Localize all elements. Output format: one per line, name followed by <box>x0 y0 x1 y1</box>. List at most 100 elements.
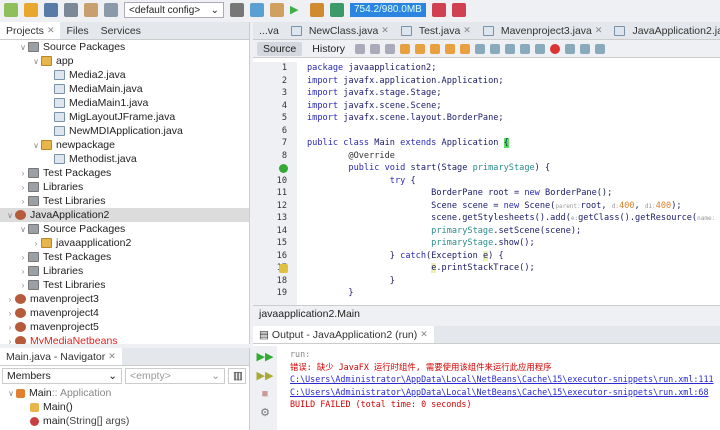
tree-item[interactable]: ›Libraries <box>0 180 249 194</box>
source-button[interactable]: Source <box>257 42 302 56</box>
tree-item[interactable]: Media2.java <box>0 68 249 82</box>
breadcrumb-item[interactable]: javaapplication2.Main <box>259 308 360 320</box>
override-marker-icon[interactable] <box>279 164 288 173</box>
config-select[interactable]: <default config>⌄ <box>124 2 224 18</box>
chevron-down-icon[interactable]: ∨ <box>31 141 41 150</box>
chevron-right-icon[interactable]: › <box>18 253 28 262</box>
secondary-filter-select[interactable]: <empty>⌄ <box>125 368 225 384</box>
forward-icon[interactable] <box>385 44 395 54</box>
start-macro-icon[interactable] <box>550 44 560 54</box>
close-icon[interactable]: ✕ <box>381 25 389 36</box>
tree-item[interactable]: ∨Source Packages <box>0 40 249 54</box>
navigator-item[interactable]: main(String[] args) <box>0 414 249 428</box>
tab-files[interactable]: Files <box>60 22 94 39</box>
chevron-right-icon[interactable]: › <box>18 169 28 178</box>
new-file-icon[interactable] <box>4 3 18 17</box>
chevron-right-icon[interactable]: › <box>18 197 28 206</box>
redo-icon[interactable] <box>104 3 118 17</box>
tree-item[interactable]: ›Libraries <box>0 264 249 278</box>
stop-macro-icon[interactable] <box>565 44 575 54</box>
rerun-with-params-icon[interactable]: ▶▶ <box>257 369 274 382</box>
output-link[interactable]: C:\Users\Administrator\AppData\Local\Net… <box>290 386 714 399</box>
tree-item[interactable]: ›Test Packages <box>0 166 249 180</box>
chevron-right-icon[interactable]: › <box>18 267 28 276</box>
back-icon[interactable] <box>370 44 380 54</box>
hint-bulb-icon[interactable] <box>279 264 288 273</box>
tree-item[interactable]: ∨newpackage <box>0 138 249 152</box>
tree-item[interactable]: ›mavenproject4 <box>0 306 249 320</box>
tree-item[interactable]: ›MyMediaNetbeans <box>0 334 249 344</box>
open-project-icon[interactable] <box>44 3 58 17</box>
tree-item[interactable]: NewMDIApplication.java <box>0 124 249 138</box>
save-all-icon[interactable] <box>64 3 78 17</box>
close-icon[interactable]: ✕ <box>595 25 603 36</box>
navigator-options-icon[interactable]: ▥ <box>228 368 246 384</box>
stop-icon[interactable]: ■ <box>262 388 269 400</box>
find-prev-icon[interactable] <box>415 44 425 54</box>
memory-indicator[interactable]: 754.2/980.0MB <box>350 3 426 17</box>
tree-item[interactable]: ›Test Libraries <box>0 194 249 208</box>
tree-item[interactable]: ›Test Packages <box>0 250 249 264</box>
output-link[interactable]: C:\Users\Administrator\AppData\Local\Net… <box>290 373 714 386</box>
tree-item[interactable]: ∨JavaApplication2 <box>0 208 249 222</box>
tree-item[interactable]: Methodist.java <box>0 152 249 166</box>
chevron-down-icon[interactable]: ∨ <box>6 389 16 398</box>
tree-item[interactable]: MediaMain1.java <box>0 96 249 110</box>
navigator-item[interactable]: Main() <box>0 400 249 414</box>
find-icon[interactable] <box>400 44 410 54</box>
undo-icon[interactable] <box>84 3 98 17</box>
chevron-down-icon[interactable]: ∨ <box>31 57 41 66</box>
settings-icon[interactable]: ⚙ <box>260 406 270 419</box>
profiler-snapshot-icon[interactable] <box>452 3 466 17</box>
new-project-icon[interactable] <box>24 3 38 17</box>
prev-bookmark-icon[interactable] <box>475 44 485 54</box>
editor-tab[interactable]: Mavenproject3.java✕ <box>477 22 609 39</box>
tree-item[interactable]: MigLayoutJFrame.java <box>0 110 249 124</box>
gc-icon[interactable] <box>432 3 446 17</box>
shift-left-icon[interactable] <box>520 44 530 54</box>
toggle-rect-select-icon[interactable] <box>460 44 470 54</box>
navigator-item[interactable]: ∨Main :: Application <box>0 386 249 400</box>
members-filter-select[interactable]: Members⌄ <box>2 368 122 384</box>
tree-item[interactable]: ›mavenproject3 <box>0 292 249 306</box>
tree-item[interactable]: ∨app <box>0 54 249 68</box>
chevron-right-icon[interactable]: › <box>5 309 15 318</box>
comment-icon[interactable] <box>580 44 590 54</box>
tab-projects[interactable]: Projects✕ <box>0 22 60 39</box>
toggle-highlight-icon[interactable] <box>445 44 455 54</box>
find-next-icon[interactable] <box>430 44 440 54</box>
chevron-right-icon[interactable]: › <box>18 281 28 290</box>
last-edit-icon[interactable] <box>355 44 365 54</box>
chevron-down-icon[interactable]: ∨ <box>5 211 15 220</box>
tab-navigator[interactable]: Main.java - Navigator✕ <box>0 348 122 365</box>
close-icon[interactable]: ✕ <box>420 329 428 340</box>
next-bookmark-icon[interactable] <box>490 44 500 54</box>
code-editor[interactable]: 1package javaapplication2;2import javafx… <box>253 62 720 305</box>
tree-item[interactable]: ›javaapplication2 <box>0 236 249 250</box>
chevron-right-icon[interactable]: › <box>5 323 15 332</box>
chevron-right-icon[interactable]: › <box>5 295 15 304</box>
editor-tab[interactable]: Test.java✕ <box>395 22 477 39</box>
close-icon[interactable]: ✕ <box>463 25 471 36</box>
tree-item[interactable]: ›Test Libraries <box>0 278 249 292</box>
shift-right-icon[interactable] <box>535 44 545 54</box>
history-button[interactable]: History <box>306 42 351 56</box>
tree-item[interactable]: ∨Source Packages <box>0 222 249 236</box>
breadcrumb[interactable]: javaapplication2.Main <box>253 305 720 322</box>
run-icon[interactable]: ▶ <box>290 3 304 17</box>
close-icon[interactable]: ✕ <box>47 25 55 36</box>
clean-icon[interactable] <box>270 3 284 17</box>
chevron-right-icon[interactable]: › <box>18 183 28 192</box>
debug-icon[interactable] <box>310 3 324 17</box>
editor-tab[interactable]: NewClass.java✕ <box>285 22 395 39</box>
chevron-right-icon[interactable]: › <box>5 337 15 345</box>
clean-build-icon[interactable] <box>230 3 244 17</box>
build-icon[interactable] <box>250 3 264 17</box>
tab-output[interactable]: ▤Output - JavaApplication2 (run)✕ <box>253 326 434 343</box>
close-icon[interactable]: ✕ <box>108 351 116 362</box>
toggle-bookmark-icon[interactable] <box>505 44 515 54</box>
editor-tab[interactable]: ...va <box>253 22 285 39</box>
chevron-right-icon[interactable]: › <box>31 239 41 248</box>
tab-services[interactable]: Services <box>95 22 147 39</box>
chevron-down-icon[interactable]: ∨ <box>18 225 28 234</box>
